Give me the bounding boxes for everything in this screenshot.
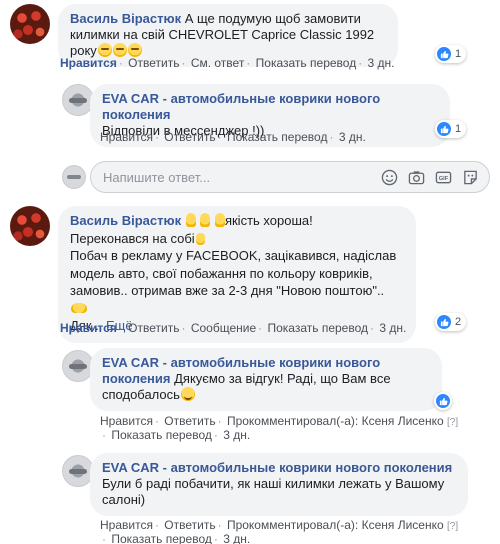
reply-actions: Нравится · Ответить · Показать перевод · 3 … bbox=[100, 130, 366, 144]
like-icon bbox=[436, 394, 450, 408]
gif-icon[interactable]: GIF bbox=[435, 169, 452, 186]
translate-link[interactable]: Показать перевод bbox=[227, 130, 328, 144]
commented-label: Прокомментировал(-а): bbox=[226, 518, 359, 532]
like-icon bbox=[437, 315, 451, 329]
thinking-emoji-icon bbox=[97, 43, 112, 57]
sticker-icon[interactable] bbox=[462, 169, 479, 186]
comment-actions: Нравится · Ответить · Сообщение · Показать … bbox=[60, 321, 407, 335]
svg-text:GIF: GIF bbox=[439, 176, 449, 182]
reply-link[interactable]: Ответить bbox=[164, 130, 215, 144]
reply-actions: Нравится · Ответить · Прокомментировал(-а)… bbox=[100, 414, 459, 428]
emoji-icon[interactable] bbox=[381, 169, 398, 186]
ok-hand-emoji-icon bbox=[185, 213, 196, 227]
timestamp[interactable]: 3 дн. bbox=[368, 56, 395, 70]
commented-label: Прокомментировал(-а): bbox=[226, 414, 359, 428]
reply-placeholder: Напишите ответ... bbox=[103, 170, 211, 185]
reaction-count[interactable]: 2 bbox=[435, 313, 467, 331]
avatar bbox=[62, 165, 86, 189]
ok-hand-emoji-icon bbox=[214, 213, 225, 227]
like-link[interactable]: Нравится bbox=[100, 130, 153, 144]
translate-link[interactable]: Показать перевод bbox=[267, 321, 368, 335]
reply-link[interactable]: Ответить bbox=[128, 56, 179, 70]
reaction-count-label: 1 bbox=[455, 123, 462, 135]
like-link[interactable]: Нравится bbox=[100, 414, 153, 428]
like-link[interactable]: Нравится bbox=[60, 56, 117, 70]
comment-line: якість хороша! bbox=[224, 213, 313, 228]
like-icon bbox=[437, 47, 451, 61]
reply-actions-row2: · Показать перевод · 3 дн. bbox=[102, 532, 251, 544]
reply-tools: GIF bbox=[381, 169, 479, 186]
commenter-name[interactable]: Ксеня Лисенко bbox=[362, 518, 444, 532]
translate-link[interactable]: Показать перевод bbox=[111, 532, 212, 544]
reply-bubble: EVA CAR - автомобильные коврики нового п… bbox=[90, 348, 442, 411]
hand-emoji-icon bbox=[71, 302, 87, 313]
avatar[interactable] bbox=[10, 4, 50, 44]
timestamp[interactable]: 3 дн. bbox=[339, 130, 366, 144]
help-link[interactable]: [?] bbox=[447, 521, 458, 532]
reply-text: Були б раді побачити, як наші килимки ле… bbox=[102, 476, 445, 507]
reply-input[interactable]: Напишите ответ... GIF bbox=[90, 161, 490, 193]
reply-actions-row2: · Показать перевод · 3 дн. bbox=[102, 428, 251, 442]
message-link[interactable]: Сообщение bbox=[191, 321, 256, 335]
timestamp[interactable]: 3 дн. bbox=[379, 321, 406, 335]
comment-line: Побач в рекламу у FACEBOOK, зацікавився,… bbox=[70, 248, 397, 298]
reaction-count-label: 1 bbox=[455, 48, 462, 60]
reply-author[interactable]: EVA CAR - автомобильные коврики нового п… bbox=[102, 91, 380, 122]
comment-actions: Нравится · Ответить · См. ответ · Показать … bbox=[60, 56, 395, 70]
reply-link[interactable]: Ответить bbox=[164, 414, 215, 428]
comment-line: Переконався на собі bbox=[70, 230, 195, 246]
smile-emoji-icon bbox=[180, 387, 195, 401]
reply-link[interactable]: Ответить bbox=[164, 518, 215, 532]
camera-icon[interactable] bbox=[408, 169, 425, 186]
translate-link[interactable]: Показать перевод bbox=[111, 428, 212, 442]
reaction-count-label: 2 bbox=[455, 316, 462, 328]
like-icon bbox=[437, 122, 451, 136]
reaction-count[interactable]: 1 bbox=[435, 120, 467, 138]
reply-bubble: EVA CAR - автомобильные коврики нового п… bbox=[90, 453, 468, 516]
timestamp[interactable]: 3 дн. bbox=[223, 428, 250, 442]
see-reply-link[interactable]: См. ответ bbox=[191, 56, 245, 70]
reply-author[interactable]: EVA CAR - автомобильные коврики нового п… bbox=[102, 460, 452, 475]
commenter-name[interactable]: Ксеня Лисенко bbox=[362, 414, 444, 428]
reaction-count[interactable]: 1 bbox=[435, 45, 467, 63]
help-link[interactable]: [?] bbox=[447, 417, 458, 428]
like-button[interactable] bbox=[434, 392, 452, 410]
pointing-emoji-icon bbox=[195, 232, 205, 245]
ok-hand-emoji-icon bbox=[200, 213, 211, 227]
timestamp[interactable]: 3 дн. bbox=[223, 532, 250, 544]
thinking-emoji-icon bbox=[112, 43, 127, 57]
reply-link[interactable]: Ответить bbox=[128, 321, 179, 335]
comment-author[interactable]: Василь Вірастюк bbox=[70, 213, 181, 228]
reply-actions: Нравится · Ответить · Прокомментировал(-а)… bbox=[100, 518, 459, 532]
like-link[interactable]: Нравится bbox=[100, 518, 153, 532]
thinking-emoji-icon bbox=[127, 43, 142, 57]
like-link[interactable]: Нравится bbox=[60, 321, 117, 335]
translate-link[interactable]: Показать перевод bbox=[256, 56, 357, 70]
comment-author[interactable]: Василь Вірастюк bbox=[70, 11, 181, 26]
avatar[interactable] bbox=[10, 206, 50, 246]
